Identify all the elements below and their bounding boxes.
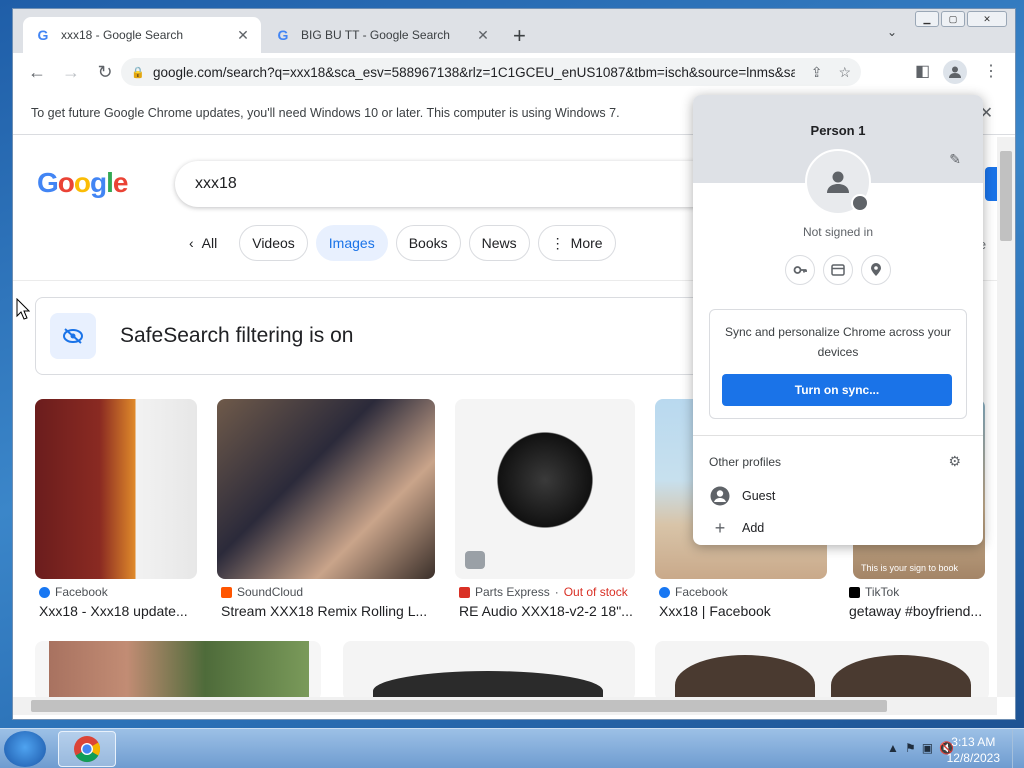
facebook-icon bbox=[39, 586, 50, 598]
sync-card: Sync and personalize Chrome across your … bbox=[709, 309, 967, 419]
infobar-text: To get future Google Chrome updates, you… bbox=[31, 105, 620, 120]
bookmark-star-icon[interactable]: ☆ bbox=[838, 64, 851, 81]
sync-text: Sync and personalize Chrome across your … bbox=[724, 325, 952, 359]
reload-button[interactable]: ↻ bbox=[89, 56, 121, 88]
key-icon[interactable] bbox=[785, 255, 815, 285]
horizontal-scrollbar[interactable] bbox=[13, 697, 997, 715]
address-bar[interactable]: 🔒 google.com/search?q=xxx18&sca_esv=5889… bbox=[121, 58, 861, 86]
guest-avatar-icon bbox=[709, 485, 731, 507]
url-text: google.com/search?q=xxx18&sca_esv=588967… bbox=[153, 64, 795, 80]
plus-icon: + bbox=[714, 517, 726, 538]
divider bbox=[693, 435, 983, 436]
turn-on-sync-button[interactable]: Turn on sync... bbox=[722, 374, 952, 406]
start-button[interactable] bbox=[4, 731, 46, 767]
location-pin-icon[interactable] bbox=[861, 255, 891, 285]
tab-xxx18[interactable]: G xxx18 - Google Search ✕ bbox=[23, 17, 261, 53]
facebook-icon bbox=[659, 586, 670, 598]
mouse-cursor-icon bbox=[16, 298, 30, 320]
taskbar: ▲ ⚑ ▣ 🔇 3:13 AM 12/8/2023 bbox=[0, 728, 1024, 768]
chrome-icon bbox=[74, 736, 101, 763]
sync-paused-icon bbox=[851, 194, 869, 212]
result-meta-2[interactable]: SoundCloud Stream XXX18 Remix Rolling L.… bbox=[221, 585, 435, 619]
search-filter-chips: ‹ All Videos Images Books News ⋮ More bbox=[189, 225, 616, 261]
soundcloud-icon bbox=[221, 586, 232, 598]
hidden-eye-icon bbox=[50, 313, 96, 359]
system-clock[interactable]: 3:13 AM 12/8/2023 bbox=[947, 734, 1000, 766]
result-image-6[interactable] bbox=[35, 641, 321, 697]
close-tab-icon[interactable]: ✕ bbox=[475, 27, 491, 44]
chrome-window: G xxx18 - Google Search ✕ G BIG BU TT - … bbox=[12, 8, 1016, 720]
chip-books[interactable]: Books bbox=[395, 225, 461, 261]
search-query: xxx18 bbox=[195, 175, 237, 192]
more-dots-icon: ⋮ bbox=[550, 234, 565, 251]
person-icon bbox=[949, 66, 961, 78]
sign-in-status: Not signed in bbox=[802, 225, 874, 239]
profile-menu: Person 1 ✎ Not signed in Sync and person… bbox=[693, 95, 983, 545]
tiktok-overlay-text: This is your sign to book bbox=[861, 563, 959, 573]
parts-express-icon bbox=[459, 586, 470, 598]
safesearch-text: SafeSearch filtering is on bbox=[120, 324, 354, 347]
edit-pencil-icon[interactable]: ✎ bbox=[949, 151, 961, 168]
action-center-icon[interactable]: ⚑ bbox=[905, 741, 916, 755]
show-hidden-icons-icon[interactable]: ▲ bbox=[887, 741, 899, 755]
result-meta-3[interactable]: Parts Express · Out of stock RE Audio XX… bbox=[459, 585, 637, 619]
network-icon[interactable]: ▣ bbox=[922, 741, 933, 755]
back-button[interactable]: ← bbox=[21, 56, 53, 88]
chip-news[interactable]: News bbox=[468, 225, 530, 261]
add-profile-item[interactable]: + Add bbox=[709, 517, 765, 539]
other-profiles-label: Other profiles bbox=[709, 455, 782, 469]
chrome-taskbar-button[interactable] bbox=[58, 731, 116, 767]
result-image-1[interactable] bbox=[35, 399, 197, 579]
product-tag-icon bbox=[465, 551, 485, 569]
chip-videos[interactable]: Videos bbox=[239, 225, 308, 261]
sign-in-button-partial[interactable] bbox=[985, 167, 997, 201]
toolbar: ← → ↻ 🔒 google.com/search?q=xxx18&sca_es… bbox=[13, 53, 1015, 91]
result-image-2[interactable] bbox=[217, 399, 435, 579]
gear-icon[interactable]: ⚙ bbox=[948, 453, 961, 470]
search-input[interactable]: xxx18 bbox=[175, 161, 735, 207]
chevron-left-icon: ‹ bbox=[189, 235, 194, 251]
result-image-7[interactable] bbox=[343, 641, 635, 697]
result-meta-4[interactable]: Facebook Xxx18 | Facebook bbox=[659, 585, 829, 619]
profile-name: Person 1 bbox=[810, 123, 866, 138]
side-panel-icon[interactable]: ◧ bbox=[915, 61, 930, 81]
guest-profile-item[interactable]: Guest bbox=[709, 485, 775, 507]
tab-title: xxx18 - Google Search bbox=[61, 28, 184, 42]
tiktok-icon bbox=[849, 586, 860, 598]
show-desktop-button[interactable] bbox=[1012, 729, 1024, 768]
chip-images[interactable]: Images bbox=[315, 225, 388, 261]
menu-kebab-icon[interactable]: ⋮ bbox=[983, 61, 999, 81]
tab-strip: G xxx18 - Google Search ✕ G BIG BU TT - … bbox=[13, 9, 1015, 53]
forward-button[interactable]: → bbox=[55, 56, 87, 88]
new-tab-button[interactable]: + bbox=[513, 23, 526, 49]
chip-all[interactable]: ‹ All bbox=[189, 235, 217, 251]
tab-big-bu-tt[interactable]: G BIG BU TT - Google Search ✕ bbox=[263, 17, 501, 53]
chip-more[interactable]: ⋮ More bbox=[537, 225, 616, 261]
profile-button[interactable] bbox=[943, 60, 967, 84]
close-window-button[interactable]: ✕ bbox=[967, 11, 1007, 27]
close-tab-icon[interactable]: ✕ bbox=[235, 27, 251, 44]
minimize-button[interactable]: ▁ bbox=[915, 11, 939, 27]
vertical-scrollbar[interactable] bbox=[997, 137, 1015, 697]
result-image-8[interactable] bbox=[655, 641, 989, 697]
maximize-button[interactable]: ▢ bbox=[941, 11, 965, 27]
credit-card-icon[interactable] bbox=[823, 255, 853, 285]
result-image-3[interactable] bbox=[455, 399, 635, 579]
google-favicon-icon: G bbox=[37, 27, 49, 43]
google-favicon-icon: G bbox=[277, 27, 289, 43]
person-icon bbox=[827, 171, 849, 193]
tab-title: BIG BU TT - Google Search bbox=[301, 28, 450, 42]
share-icon[interactable]: ⇪ bbox=[811, 64, 823, 81]
result-meta-5[interactable]: TikTok getaway #boyfriend... bbox=[849, 585, 989, 619]
tab-search-chevron-icon[interactable]: ⌄ bbox=[887, 25, 897, 39]
lock-icon[interactable]: 🔒 bbox=[131, 66, 145, 79]
result-meta-1[interactable]: Facebook Xxx18 - Xxx18 update... bbox=[39, 585, 199, 619]
google-doodle-logo[interactable]: Google bbox=[37, 167, 128, 199]
